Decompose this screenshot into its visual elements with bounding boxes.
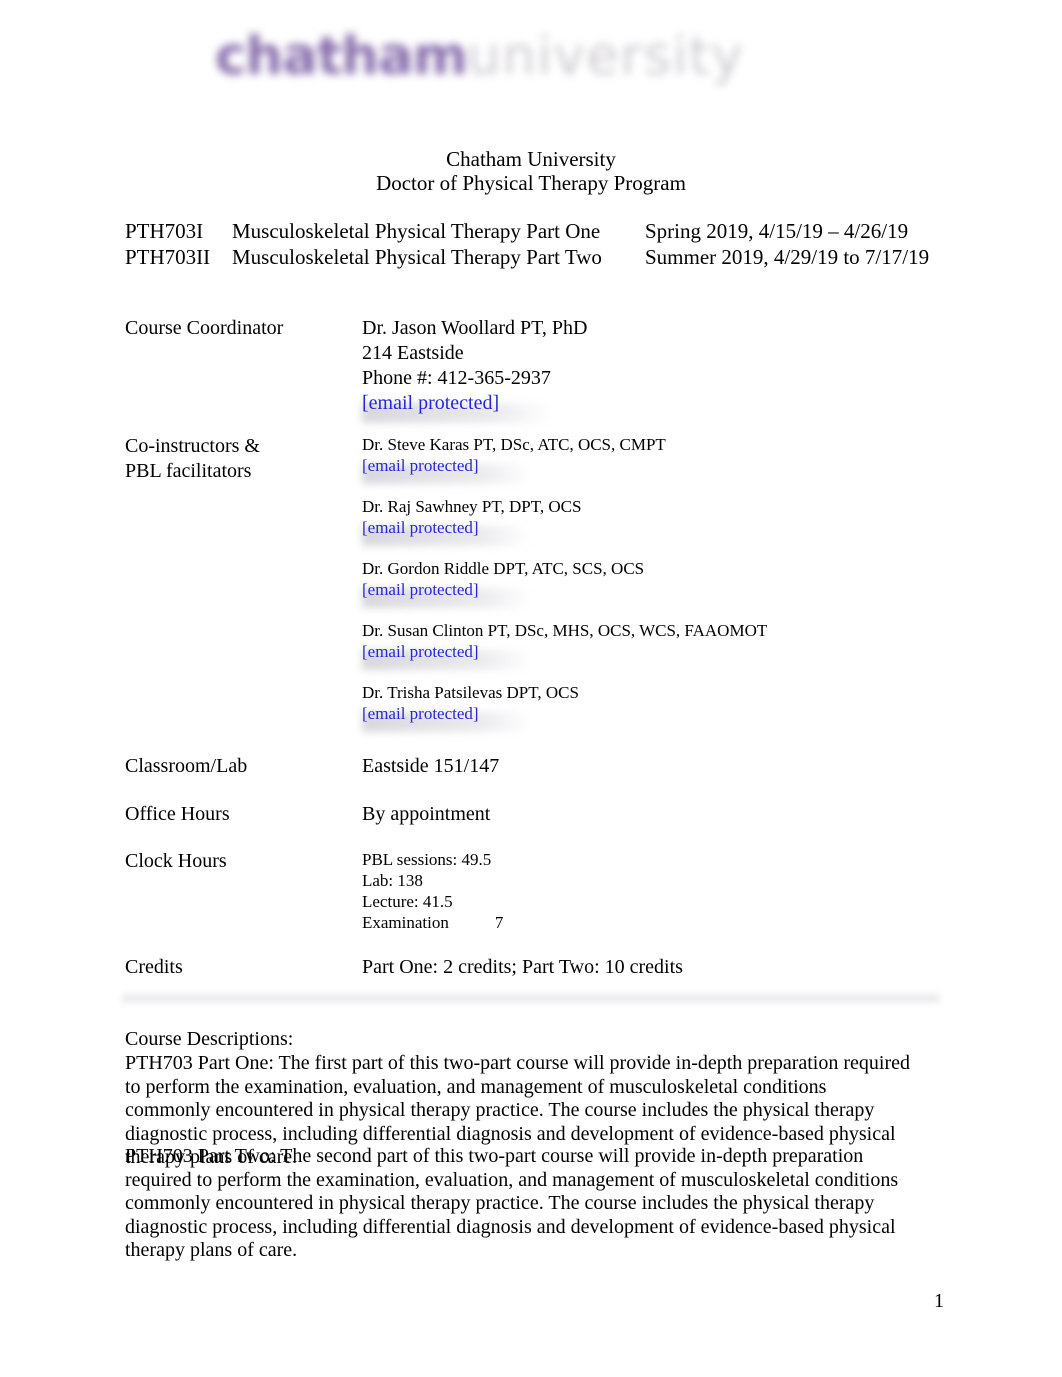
- list-item: Dr. Susan Clinton PT, DSc, MHS, OCS, WCS…: [362, 620, 1002, 662]
- coordinator-email-row: [email protected]: [362, 391, 1002, 416]
- course-title: Musculoskeletal Physical Therapy Part Tw…: [232, 245, 602, 269]
- redacted-divider-band: [122, 992, 940, 1005]
- field-label: Classroom/Lab: [125, 755, 248, 777]
- instructor-name: Dr. Raj Sawhney PT, DPT, OCS: [362, 497, 582, 516]
- field-value: PBL sessions: 49.5 Lab: 138 Lecture: 41.…: [362, 849, 1002, 933]
- clock-hours-pbl: PBL sessions: 49.5: [362, 850, 492, 869]
- part-two-label: PTH703 Part Two:: [125, 1145, 276, 1167]
- clock-hours-examination: Examination 7: [362, 912, 1002, 933]
- program-name: Doctor of Physical Therapy Program: [376, 171, 686, 195]
- logo-brand-text: chatham: [215, 26, 468, 87]
- logo-wordmark: chathamuniversity: [215, 22, 795, 92]
- course-code: PTH703II: [125, 245, 211, 269]
- coordinator-office: 214 Eastside: [362, 342, 464, 364]
- course-descriptions-heading: Course Descriptions:: [125, 1028, 294, 1050]
- institution-name: Chatham University: [446, 147, 616, 171]
- list-item: Dr. Trisha Patsilevas DPT, OCS [email pr…: [362, 682, 1002, 724]
- field-label: Credits: [125, 956, 183, 978]
- field-value: Dr. Steve Karas PT, DSc, ATC, OCS, CMPT …: [362, 434, 1002, 724]
- syllabus-page: chathamuniversity Chatham University Doc…: [0, 0, 1062, 1377]
- logo-suffix-text: university: [466, 26, 745, 87]
- email-protected-link[interactable]: [email protected]: [362, 391, 499, 416]
- field-label: Office Hours: [125, 803, 230, 825]
- credits-value: Part One: 2 credits; Part Two: 10 credit…: [362, 956, 683, 978]
- field-label: Clock Hours: [125, 850, 227, 872]
- instructor-email-row: [email protected]: [362, 455, 1002, 476]
- list-item: Dr. Gordon Riddle DPT, ATC, SCS, OCS [em…: [362, 558, 1002, 600]
- email-protected-link[interactable]: [email protected]: [362, 579, 479, 600]
- instructor-name: Dr. Susan Clinton PT, DSc, MHS, OCS, WCS…: [362, 621, 768, 640]
- course-term: Summer 2019, 4/29/19 to 7/17/19: [645, 245, 930, 269]
- course-code: PTH703I: [125, 219, 204, 243]
- clock-hours-lab: Lab: 138: [362, 871, 423, 890]
- field-label: Course Coordinator: [125, 317, 284, 339]
- chatham-university-logo: chathamuniversity: [215, 22, 795, 92]
- email-protected-link[interactable]: [email protected]: [362, 703, 479, 724]
- office-hours-value: By appointment: [362, 803, 491, 825]
- course-row: PTH703I Musculoskeletal Physical Therapy …: [125, 219, 1005, 244]
- instructor-email-row: [email protected]: [362, 703, 1002, 724]
- coordinator-name: Dr. Jason Woollard PT, PhD: [362, 317, 588, 339]
- page-number: 1: [934, 1290, 944, 1312]
- course-term: Spring 2019, 4/15/19 – 4/26/19: [645, 219, 909, 243]
- field-value: Eastside 151/147: [362, 754, 1002, 779]
- instructor-email-row: [email protected]: [362, 641, 1002, 662]
- instructor-name: Dr. Gordon Riddle DPT, ATC, SCS, OCS: [362, 559, 645, 578]
- instructor-email-row: [email protected]: [362, 517, 1002, 538]
- part-one-label: PTH703 Part One:: [125, 1052, 274, 1074]
- clock-hours-exam-label: Examination: [362, 913, 449, 932]
- field-label-line1: Co-instructors &: [125, 435, 260, 457]
- field-label-line2: PBL facilitators: [125, 460, 252, 482]
- field-value: Dr. Jason Woollard PT, PhD 214 Eastside …: [362, 316, 1002, 416]
- list-item: Dr. Raj Sawhney PT, DPT, OCS [email prot…: [362, 496, 1002, 538]
- clock-hours-exam-value: 7: [494, 913, 504, 932]
- list-item: Dr. Steve Karas PT, DSc, ATC, OCS, CMPT …: [362, 434, 1002, 476]
- field-value: Part One: 2 credits; Part Two: 10 credit…: [362, 955, 1002, 980]
- course-description-part-two: PTH703 Part Two: The second part of this…: [125, 1145, 915, 1263]
- email-protected-link[interactable]: [email protected]: [362, 455, 479, 476]
- instructor-email-row: [email protected]: [362, 579, 1002, 600]
- field-value: By appointment: [362, 802, 1002, 827]
- clock-hours-lecture: Lecture: 41.5: [362, 892, 453, 911]
- coordinator-phone: Phone #: 412-365-2937: [362, 367, 551, 389]
- instructor-name: Dr. Steve Karas PT, DSc, ATC, OCS, CMPT: [362, 435, 666, 454]
- course-row: PTH703II Musculoskeletal Physical Therapy…: [125, 245, 1005, 270]
- instructor-name: Dr. Trisha Patsilevas DPT, OCS: [362, 683, 579, 702]
- course-title: Musculoskeletal Physical Therapy Part On…: [232, 219, 601, 243]
- field-label: Co-instructors & PBL facilitators: [125, 434, 355, 484]
- classroom-value: Eastside 151/147: [362, 755, 500, 777]
- email-protected-link[interactable]: [email protected]: [362, 517, 479, 538]
- email-protected-link[interactable]: [email protected]: [362, 641, 479, 662]
